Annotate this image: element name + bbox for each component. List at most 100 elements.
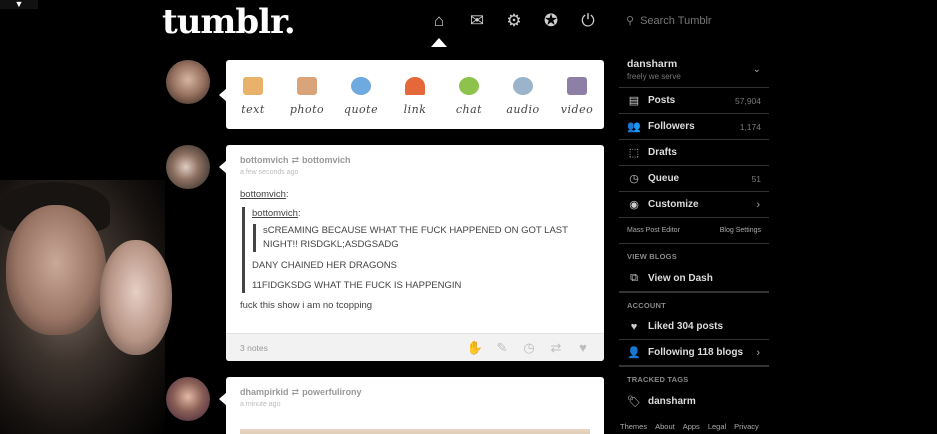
queue-icon: ◷: [629, 173, 639, 185]
sidebar-item-followers[interactable]: 👥 Followers 1,174: [619, 114, 769, 140]
share-icon[interactable]: ✋: [466, 339, 484, 357]
followers-icon: 👥: [627, 121, 641, 133]
tumblr-logo[interactable]: tumblr.: [162, 2, 296, 42]
blog-title: freely we serve: [627, 72, 681, 81]
heart-icon: ♥: [630, 320, 638, 333]
notes-count[interactable]: 3 notes: [240, 343, 268, 353]
post-image[interactable]: [240, 429, 590, 434]
sidebar-item-label: Drafts: [648, 147, 677, 158]
sidebar-item-count: 57,904: [735, 95, 761, 106]
reblog-icon: ⇄: [291, 387, 300, 397]
chevron-right-icon: ›: [756, 198, 760, 211]
post-header: dhampirkid ⇄ powerfulirony: [226, 377, 604, 398]
logout-icon[interactable]: ⏻: [577, 10, 599, 32]
footer-link-privacy[interactable]: Privacy: [734, 422, 759, 431]
fan-mail-icon[interactable]: ✎: [493, 339, 511, 357]
post-card: dhampirkid ⇄ powerfulirony a minute ago: [226, 377, 604, 434]
reblog-icon[interactable]: ⇄: [547, 339, 565, 357]
sidebar-item-label: Followers: [648, 121, 695, 132]
quote-line: DANY CHAINED HER DRAGONS: [252, 260, 397, 271]
blog-name: dansharm: [627, 58, 678, 70]
inbox-icon[interactable]: ✉: [466, 10, 488, 32]
blog-settings-link[interactable]: Blog Settings: [720, 227, 761, 234]
blog-tools: Mass Post Editor Blog Settings: [619, 218, 769, 244]
post-header: bottomvich ⇄ bottomvich: [226, 145, 604, 166]
quote-post-icon: [351, 77, 371, 95]
new-audio-post-button[interactable]: audio: [496, 60, 550, 129]
post-footer: 3 notes ✋ ✎ ◷ ⇄ ♥: [226, 333, 604, 361]
new-quote-post-button[interactable]: quote: [334, 60, 388, 129]
post-timestamp: a few seconds ago: [240, 169, 299, 176]
new-photo-post-button[interactable]: photo: [280, 60, 334, 129]
section-title: TRACKED TAGS: [619, 366, 769, 388]
search-input[interactable]: ⚲ Search Tumblr: [618, 8, 808, 34]
footer-link-apps[interactable]: Apps: [683, 422, 700, 431]
new-text-post-button[interactable]: text: [226, 60, 280, 129]
activity-icon[interactable]: ✪: [540, 10, 562, 32]
mass-post-editor-link[interactable]: Mass Post Editor: [627, 227, 680, 234]
like-icon[interactable]: ♥: [574, 339, 592, 357]
post-author-link[interactable]: bottomvich: [240, 155, 289, 165]
quote-line: 11FIDGKSDG WHAT THE FUCK IS HAPPENGIN: [252, 280, 462, 291]
footer-link-legal[interactable]: Legal: [708, 422, 726, 431]
post-type-label: chat: [455, 103, 483, 116]
reblogged-from-link[interactable]: bottomvich: [302, 155, 351, 165]
post-card: bottomvich ⇄ bottomvich a few seconds ago …: [226, 145, 604, 361]
sidebar-item-following[interactable]: 👤 Following 118 blogs ›: [619, 340, 769, 366]
section-title: ACCOUNT: [619, 292, 769, 314]
new-video-post-button[interactable]: video: [550, 60, 604, 129]
post-timestamp: a minute ago: [240, 401, 281, 408]
active-nav-caret: [431, 38, 447, 47]
sidebar-item-view-on-dash[interactable]: ⧉ View on Dash: [619, 266, 769, 292]
post-author-link[interactable]: dhampirkid: [240, 387, 289, 397]
sidebar-item-posts[interactable]: ▤ Posts 57,904: [619, 88, 769, 114]
tag-icon: 🏷: [627, 395, 641, 408]
footer-link-about[interactable]: About: [655, 422, 675, 431]
sidebar-item-count: 1,174: [739, 121, 761, 132]
settings-icon[interactable]: ⚙: [503, 10, 525, 32]
blog-switcher[interactable]: dansharm freely we serve ⌄: [619, 50, 769, 88]
quote-text: sCREAMING BECAUSE WHAT THE FUCK HAPPENED…: [263, 225, 568, 250]
quote-author-link[interactable]: bottomvich: [252, 208, 298, 219]
new-chat-post-button[interactable]: chat: [442, 60, 496, 129]
sidebar-item-label: Posts: [648, 95, 676, 106]
audio-post-icon: [513, 77, 533, 95]
drafts-icon: ⬚: [628, 147, 640, 159]
avatar[interactable]: [166, 60, 210, 104]
footer-link-themes[interactable]: Themes: [620, 422, 647, 431]
avatar[interactable]: [166, 377, 210, 421]
nested-blockquote: sCREAMING BECAUSE WHAT THE FUCK HAPPENED…: [253, 224, 590, 252]
post-type-label: photo: [289, 103, 325, 116]
sidebar-item-likes[interactable]: ♥ Liked 304 posts: [619, 314, 769, 340]
sidebar-item-label: Liked 304 posts: [648, 321, 724, 332]
new-link-post-button[interactable]: link: [388, 60, 442, 129]
post-comment: fuck this show i am no tcopping: [240, 300, 373, 311]
eye-icon: ◉: [629, 199, 639, 211]
sidebar-item-label: dansharm: [648, 395, 696, 407]
sidebar-item-customize[interactable]: ◉ Customize ›: [619, 192, 769, 218]
chat-post-icon: [459, 77, 479, 95]
post-type-label: text: [241, 103, 265, 116]
avatar[interactable]: [166, 145, 210, 189]
following-icon: 👤: [627, 347, 641, 359]
sidebar-item-count: 51: [751, 173, 761, 184]
background-photo-face: [100, 240, 172, 355]
home-icon[interactable]: ⌂: [428, 10, 450, 32]
sidebar-item-drafts[interactable]: ⬚ Drafts: [619, 140, 769, 166]
post-type-label: video: [560, 103, 594, 116]
post-type-label: audio: [506, 103, 540, 116]
sidebar-item-label: Following 118 blogs: [648, 347, 744, 358]
queue-icon[interactable]: ◷: [520, 339, 538, 357]
sidebar-item-label: View on Dash: [648, 273, 713, 284]
reblog-icon: ⇄: [291, 155, 300, 165]
post-type-label: link: [403, 103, 427, 116]
post-actions: ✋ ✎ ◷ ⇄ ♥: [466, 339, 592, 357]
chevron-right-icon: ›: [756, 346, 760, 359]
sidebar-item-queue[interactable]: ◷ Queue 51: [619, 166, 769, 192]
search-placeholder: Search Tumblr: [640, 15, 712, 27]
sidebar-item-tracked-tag[interactable]: 🏷 dansharm: [619, 388, 769, 414]
reblogged-from-link[interactable]: powerfulirony: [302, 387, 362, 397]
source-author-link[interactable]: bottomvich: [240, 189, 286, 200]
corner-toggle[interactable]: ▼: [0, 0, 38, 9]
posts-icon: ▤: [628, 95, 640, 107]
